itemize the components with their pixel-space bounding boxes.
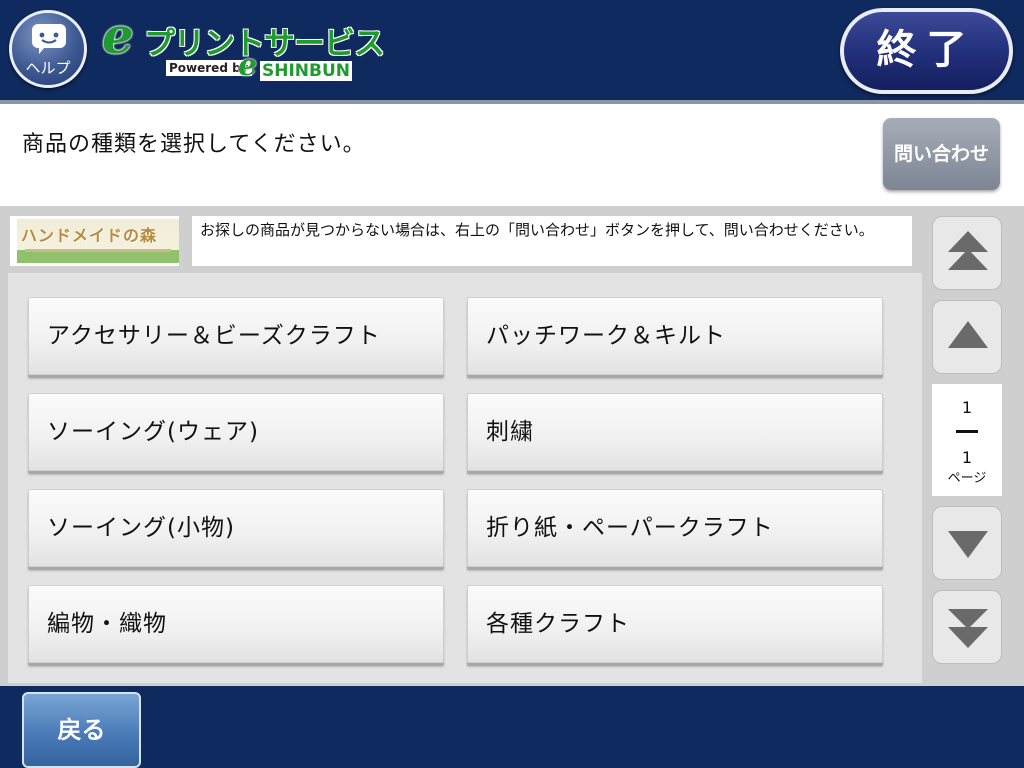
- down-icon: [948, 531, 988, 558]
- inquiry-button[interactable]: 問い合わせ: [883, 118, 1000, 190]
- banner-spacer: [179, 216, 192, 266]
- logo-shinbun: SHINBUN: [260, 61, 353, 81]
- first-page-button[interactable]: [932, 216, 1002, 290]
- item-button[interactable]: 編物・織物: [28, 585, 444, 663]
- chat-bubble-icon: [32, 24, 66, 54]
- end-button[interactable]: 終了: [840, 8, 1013, 94]
- logo-e-mark-small: e: [238, 48, 258, 83]
- help-label: ヘルプ: [25, 59, 71, 77]
- item-button[interactable]: アクセサリー＆ビーズクラフト: [28, 297, 444, 375]
- last-page-button[interactable]: [932, 590, 1002, 664]
- footer-bar: [0, 686, 1024, 768]
- up-icon: [948, 321, 988, 348]
- logo-title: プリントサービス: [144, 26, 385, 62]
- previous-page-button[interactable]: [932, 300, 1002, 374]
- not-found-notice: お探しの商品が見つからない場合は、右上の「問い合わせ」ボタンを押して、問い合わせ…: [200, 221, 874, 239]
- double-down-icon: [948, 609, 988, 648]
- item-button[interactable]: ソーイング(小物): [28, 489, 444, 567]
- item-button[interactable]: 刺繍: [467, 393, 883, 471]
- logo-e-mark: e: [102, 6, 134, 65]
- item-button[interactable]: 折り紙・ペーパークラフト: [467, 489, 883, 567]
- page-instruction: 商品の種類を選択してください。: [22, 132, 366, 157]
- eprint-service-logo: e プリントサービス Powered by e SHINBUN: [100, 6, 385, 86]
- page-fraction-rule: [956, 430, 978, 433]
- category-thumbnail-title: ハンドメイドの森: [21, 226, 158, 245]
- category-thumbnail-decoration: [25, 249, 171, 252]
- current-page-number: 1: [961, 398, 973, 417]
- header-divider: [0, 100, 1024, 104]
- help-button[interactable]: ヘルプ: [9, 10, 87, 88]
- back-button[interactable]: 戻る: [22, 692, 141, 768]
- item-button[interactable]: ソーイング(ウェア): [28, 393, 444, 471]
- page-indicator: 1 1 ページ: [932, 384, 1002, 496]
- category-thumbnail: ハンドメイドの森: [17, 219, 179, 263]
- item-button[interactable]: パッチワーク＆キルト: [467, 297, 883, 375]
- total-page-number: 1: [961, 448, 973, 467]
- next-page-button[interactable]: [932, 506, 1002, 580]
- page-unit-label: ページ: [947, 471, 987, 486]
- double-up-icon: [948, 231, 988, 270]
- item-button[interactable]: 各種クラフト: [467, 585, 883, 663]
